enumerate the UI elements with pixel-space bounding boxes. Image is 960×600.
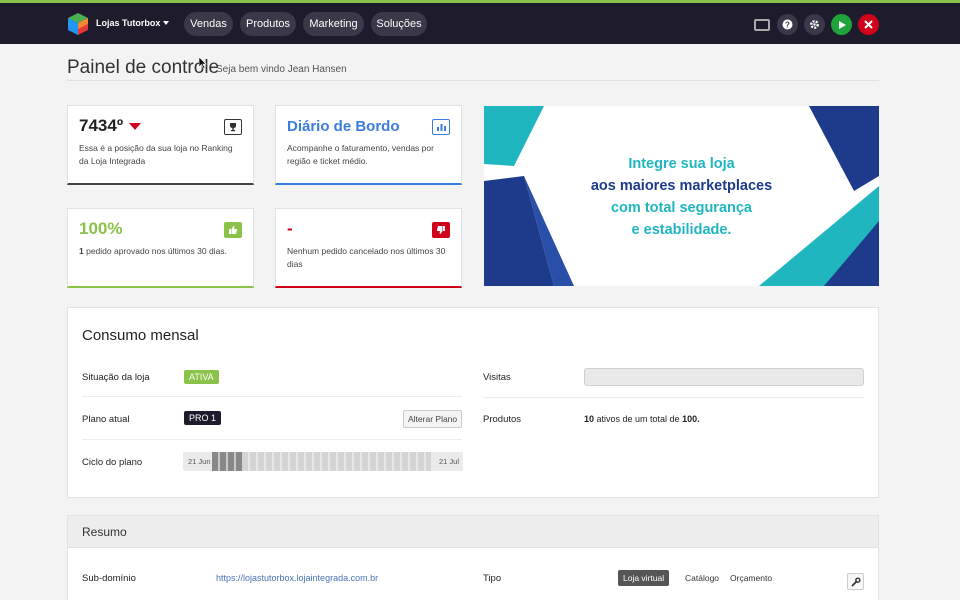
monitor-icon[interactable]	[754, 19, 770, 31]
diario-description: Acompanhe o faturamento, vendas por regi…	[287, 143, 434, 166]
plan-badge: PRO 1	[184, 411, 222, 425]
row-divider	[82, 439, 462, 440]
tipo-orcamento[interactable]: Orçamento	[730, 570, 772, 586]
row-divider	[82, 396, 462, 397]
banner-line-2: aos maiores marketplaces	[590, 178, 773, 194]
ciclo-label: Ciclo do plano	[82, 457, 143, 468]
progress-remaining	[242, 452, 431, 471]
subdomain-link[interactable]: https://lojastutorbox.lojaintegrada.com.…	[216, 573, 378, 583]
consumo-panel: Consumo mensal Situação da loja ATIVA Pl…	[67, 307, 879, 498]
resumo-title: Resumo	[82, 525, 127, 539]
mouse-cursor-icon	[199, 57, 207, 69]
status-badge: ATIVA	[184, 370, 219, 384]
subdominio-label: Sub-domínio	[82, 573, 136, 584]
ranking-card[interactable]: 7434º Essa é a posição da sua loja no Ra…	[67, 105, 254, 185]
chevron-down-icon	[163, 21, 170, 25]
canceled-description: Nenhum pedido cancelado nos últimos 30 d…	[287, 246, 446, 269]
row-divider	[483, 397, 864, 398]
approved-description: 1 pedido aprovado nos últimos 30 dias.	[79, 245, 239, 258]
gear-icon[interactable]	[804, 14, 825, 35]
svg-text:?: ?	[785, 20, 790, 29]
canceled-orders-card[interactable]: - Nenhum pedido cancelado nos últimos 30…	[275, 208, 462, 288]
plano-label: Plano atual	[82, 414, 130, 425]
close-icon[interactable]	[858, 14, 879, 35]
page-title: Painel de controle	[67, 57, 220, 78]
plan-cycle-progress: 21 Jun 21 Jul	[183, 452, 463, 471]
header-divider	[67, 80, 879, 81]
approved-text: pedido aprovado nos últimos 30 dias.	[83, 246, 227, 256]
visitas-label: Visitas	[483, 372, 511, 383]
produtos-value: 10 ativos de um total de 100.	[584, 414, 700, 424]
tipo-loja-virtual[interactable]: Loja virtual	[618, 570, 670, 586]
cycle-end-date: 21 Jul	[438, 457, 459, 466]
progress-fill	[212, 452, 242, 471]
ranking-description: Essa é a posição da sua loja no Ranking …	[79, 143, 233, 166]
store-selector[interactable]: Lojas Tutorbox	[96, 18, 170, 28]
banner-line-4: e estabilidade.	[631, 222, 732, 238]
top-bar: Lojas Tutorbox Vendas Produtos Marketing…	[0, 0, 960, 44]
help-icon[interactable]: ?	[777, 14, 798, 35]
tipo-label: Tipo	[483, 573, 502, 584]
consumo-title: Consumo mensal	[82, 327, 199, 344]
resumo-panel: Resumo Sub-domínio https://lojastutorbox…	[67, 515, 879, 600]
cycle-start-date: 21 Jun	[188, 457, 211, 466]
play-icon[interactable]	[831, 14, 852, 35]
canceled-value: -	[287, 219, 293, 238]
produtos-label: Produtos	[483, 414, 522, 425]
thumbs-up-icon	[224, 222, 242, 238]
cube-logo-icon[interactable]	[67, 12, 89, 36]
welcome-text: Seja bem vindo Jean Hansen	[216, 64, 347, 75]
resumo-header: Resumo	[68, 516, 878, 548]
bar-chart-icon	[432, 119, 450, 135]
ranking-value: 7434º	[79, 116, 124, 135]
nav-produtos[interactable]: Produtos	[240, 12, 296, 36]
arrow-down-icon	[129, 123, 142, 131]
trophy-icon	[224, 119, 242, 135]
approved-percent: 100%	[79, 219, 123, 238]
diario-title[interactable]: Diário de Bordo	[287, 118, 400, 135]
diario-card[interactable]: Diário de Bordo Acompanhe o faturamento,…	[275, 105, 462, 185]
change-plan-button[interactable]: Alterar Plano	[403, 410, 463, 428]
banner-line-3: com total segurança	[610, 200, 752, 216]
banner-text: Integre sua loja aos maiores marketplace…	[484, 153, 879, 241]
nav-solucoes[interactable]: Soluções	[371, 12, 427, 36]
marketplace-banner[interactable]: Integre sua loja aos maiores marketplace…	[484, 106, 879, 286]
store-name-label: Lojas Tutorbox	[96, 18, 161, 28]
ranking-value-wrap: 7434º	[79, 116, 142, 136]
approved-orders-card[interactable]: 100% 1 pedido aprovado nos últimos 30 di…	[67, 208, 254, 288]
nav-marketing[interactable]: Marketing	[303, 12, 364, 36]
nav-vendas[interactable]: Vendas	[184, 12, 233, 36]
tipo-catalogo[interactable]: Catálogo	[685, 570, 719, 586]
banner-line-1: Integre sua loja	[628, 156, 735, 172]
visits-bar	[584, 368, 864, 386]
situacao-label: Situação da loja	[82, 372, 150, 383]
thumbs-down-icon	[432, 222, 450, 238]
wrench-icon[interactable]	[847, 573, 864, 590]
